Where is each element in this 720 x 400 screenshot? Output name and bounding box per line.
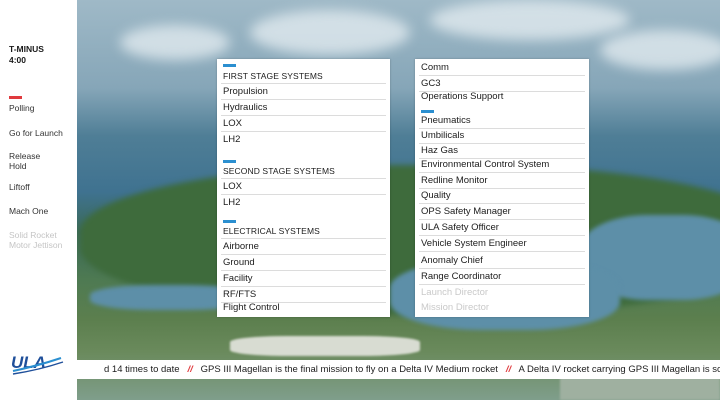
status-item: Operations Support — [421, 91, 504, 102]
launch-team-panel: Comm GC3 Operations Support Pneumatics U… — [415, 59, 589, 317]
milestone-polling: Polling — [9, 103, 35, 113]
status-item: LH2 — [223, 197, 241, 208]
status-item: Ground — [221, 255, 386, 271]
status-item-pending: Mission Director — [421, 302, 490, 313]
countdown-label: T-MINUS — [9, 44, 44, 54]
section-title-electrical: ELECTRICAL SYSTEMS — [221, 223, 386, 239]
status-item: Umbilicals — [419, 128, 585, 144]
ticker-segment: d 14 times to date — [104, 364, 180, 375]
active-milestone-marker — [9, 96, 22, 99]
ticker-text: d 14 times to date // GPS III Magellan i… — [104, 360, 720, 379]
status-item: LH2 — [223, 134, 241, 145]
status-item: ULA Safety Officer — [419, 220, 585, 236]
cloud — [250, 10, 410, 55]
ula-logo: ULA — [11, 353, 64, 375]
ticker-separator: // — [187, 364, 193, 375]
status-item: Facility — [221, 271, 386, 287]
ticker-separator: // — [505, 364, 512, 375]
milestone-mach-one: Mach One — [9, 206, 49, 216]
countdown-display: T-MINUS 4:00 — [9, 44, 69, 66]
countdown-time: 4:00 — [9, 55, 27, 65]
status-item-pending: Launch Director — [421, 287, 489, 298]
ticker-segment: GPS III Magellan is the final mission to… — [200, 364, 498, 375]
cloud — [600, 30, 720, 70]
status-item: LOX — [221, 179, 386, 195]
status-item: Range Coordinator — [419, 269, 585, 285]
milestone-srm-jettison: Solid Rocket Motor Jettison — [9, 230, 63, 250]
status-item: Vehicle System Engineer — [419, 236, 585, 252]
status-item: Quality — [419, 188, 585, 204]
ticker-segment: A Delta IV rocket carrying GPS III Magel… — [518, 364, 720, 375]
milestone-release-hold: Release Hold — [9, 151, 41, 171]
status-item: Airborne — [221, 239, 386, 255]
status-item: LOX — [221, 116, 386, 132]
section-marker — [223, 64, 236, 67]
countdown-sidebar: T-MINUS 4:00 Polling Go for Launch Relea… — [0, 0, 77, 400]
section-title-first-stage: FIRST STAGE SYSTEMS — [221, 68, 386, 84]
status-item: OPS Safety Manager — [419, 204, 585, 220]
cloud — [430, 0, 630, 40]
status-item: Pneumatics — [419, 113, 585, 129]
status-item: Redline Monitor — [419, 173, 585, 189]
status-item: Hydraulics — [221, 100, 386, 116]
status-item: Flight Control — [223, 302, 280, 313]
shoreline — [230, 336, 420, 356]
status-item: Environmental Control System — [419, 157, 585, 173]
milestone-go-for-launch: Go for Launch — [9, 128, 63, 138]
vehicle-systems-panel: FIRST STAGE SYSTEMS Propulsion Hydraulic… — [217, 59, 390, 317]
status-item: Comm — [419, 60, 585, 76]
status-item: Propulsion — [221, 84, 386, 100]
milestone-liftoff: Liftoff — [9, 182, 30, 192]
news-ticker: d 14 times to date // GPS III Magellan i… — [77, 360, 720, 379]
section-title-second-stage: SECOND STAGE SYSTEMS — [221, 163, 386, 179]
status-item: Anomaly Chief — [419, 253, 585, 269]
cloud — [120, 25, 230, 60]
